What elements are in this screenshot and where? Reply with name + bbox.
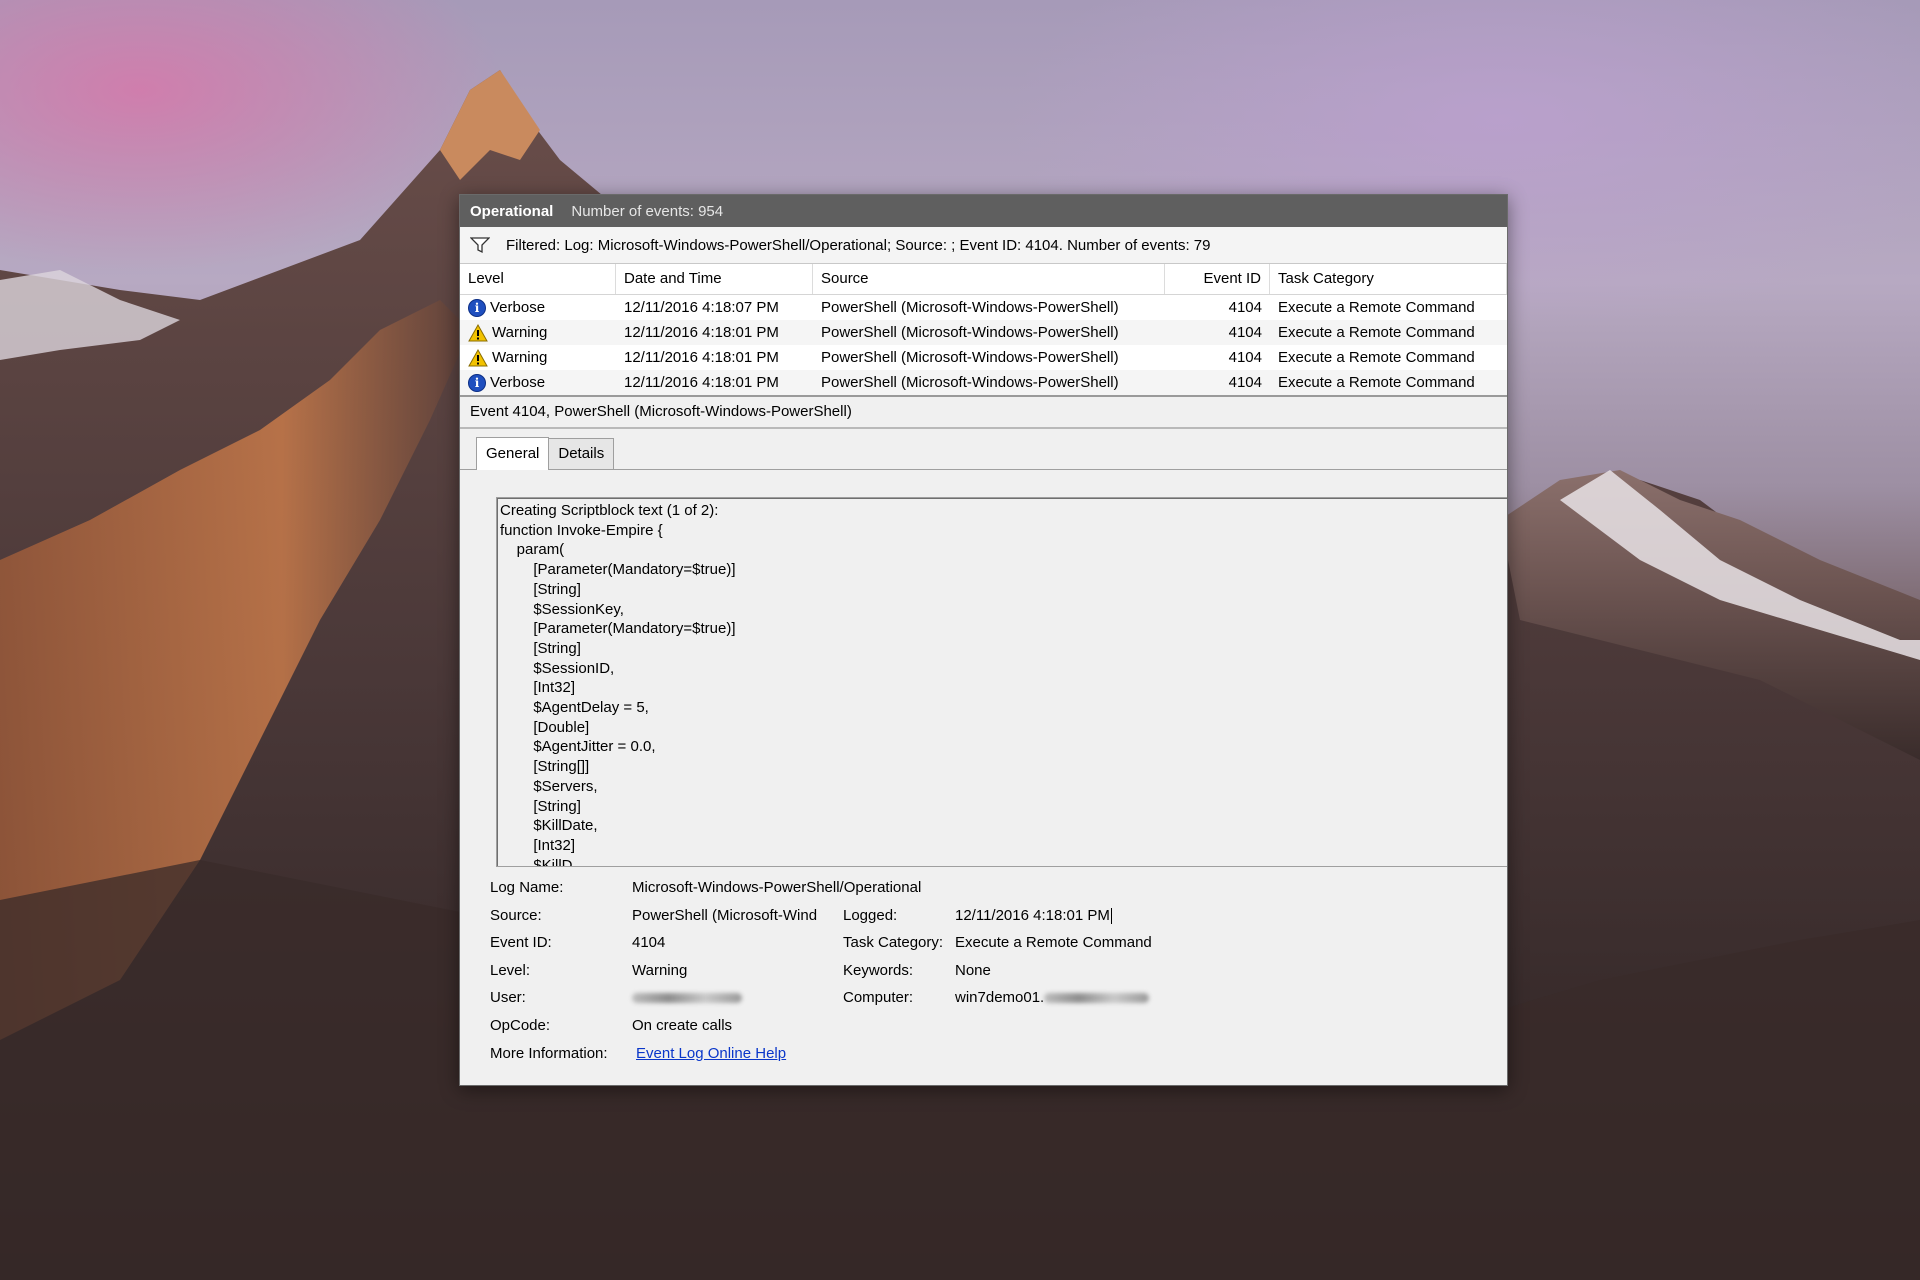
row-level: Verbose: [490, 374, 546, 391]
warning-icon: [468, 323, 488, 341]
tab-details[interactable]: Details: [548, 438, 615, 469]
row-source: PowerShell (Microsoft-Windows-PowerShell…: [821, 349, 1119, 366]
table-body: i Verbose 12/11/2016 4:18:07 PM PowerShel…: [460, 295, 1507, 395]
row-source: PowerShell (Microsoft-Windows-PowerShell…: [821, 324, 1119, 341]
opcode-label: OpCode:: [490, 1016, 551, 1034]
computer-text: win7demo01.: [955, 989, 1045, 1007]
col-date-time[interactable]: Date and Time: [616, 264, 813, 294]
detail-tabs: General Details: [460, 429, 1507, 470]
filter-text: Filtered: Log: Microsoft-Windows-PowerSh…: [506, 236, 1211, 254]
event-properties: Log Name: Microsoft-Windows-PowerShell/O…: [490, 879, 1290, 1072]
log-title: Operational: [470, 202, 554, 220]
row-date: 12/11/2016 4:18:01 PM: [624, 349, 779, 366]
row-category: Execute a Remote Command: [1278, 374, 1475, 391]
logged-value[interactable]: 12/11/2016 4:18:01 PM: [955, 907, 1112, 924]
row-category: Execute a Remote Command: [1278, 299, 1475, 316]
task-category-label: Task Category:: [843, 934, 944, 952]
log-name-label: Log Name:: [490, 879, 564, 896]
level-value: Warning: [632, 961, 688, 979]
event-log-help-link[interactable]: Event Log Online Help: [636, 1045, 786, 1062]
event-description-box[interactable]: Creating Scriptblock text (1 of 2): func…: [496, 497, 1507, 867]
table-row[interactable]: Warning 12/11/2016 4:18:01 PM PowerShell…: [460, 345, 1507, 370]
info-icon: i: [468, 298, 486, 317]
redaction-blur: [1044, 993, 1150, 1004]
more-info-label: More Information:: [490, 1044, 608, 1062]
info-icon: i: [468, 373, 486, 392]
row-event-id: 4104: [1228, 324, 1262, 341]
row-event-id: 4104: [1228, 374, 1262, 391]
row-level: Warning: [492, 324, 548, 341]
computer-value: win7demo01.: [955, 989, 1150, 1007]
user-value-redacted: [632, 989, 742, 1006]
user-label: User:: [490, 989, 526, 1007]
event-viewer-window: Operational Number of events: 954 Filter…: [459, 194, 1508, 1086]
row-event-id: 4104: [1228, 349, 1262, 366]
table-row[interactable]: Warning 12/11/2016 4:18:01 PM PowerShell…: [460, 320, 1507, 345]
col-task-category[interactable]: Task Category: [1270, 264, 1507, 294]
event-detail-header: Event 4104, PowerShell (Microsoft-Window…: [460, 397, 1507, 429]
col-event-id[interactable]: Event ID: [1165, 264, 1270, 294]
row-event-id: 4104: [1228, 299, 1262, 316]
table-header: Level Date and Time Source Event ID Task…: [460, 264, 1507, 295]
logged-label: Logged:: [843, 906, 898, 924]
table-row[interactable]: i Verbose 12/11/2016 4:18:07 PM PowerShel…: [460, 295, 1507, 320]
row-date: 12/11/2016 4:18:07 PM: [624, 299, 779, 316]
event-id-label: Event ID:: [490, 934, 552, 952]
log-name-value: Microsoft-Windows-PowerShell/Operational: [632, 879, 922, 896]
events-table: Level Date and Time Source Event ID Task…: [460, 264, 1507, 397]
event-count: Number of events: 954: [571, 202, 724, 220]
row-category: Execute a Remote Command: [1278, 349, 1475, 366]
logged-text: 12/11/2016 4:18:01 PM: [955, 906, 1110, 924]
source-label: Source:: [490, 906, 542, 924]
computer-label: Computer:: [843, 989, 914, 1007]
task-category-value: Execute a Remote Command: [955, 934, 1152, 952]
col-level[interactable]: Level: [460, 264, 616, 294]
keywords-label: Keywords:: [843, 961, 914, 979]
row-source: PowerShell (Microsoft-Windows-PowerShell…: [821, 374, 1119, 391]
filter-icon: [470, 237, 490, 254]
event-id-value: 4104: [632, 934, 666, 952]
log-title-bar: Operational Number of events: 954: [460, 195, 1507, 227]
row-date: 12/11/2016 4:18:01 PM: [624, 324, 779, 341]
filter-bar: Filtered: Log: Microsoft-Windows-PowerSh…: [460, 227, 1507, 264]
col-source[interactable]: Source: [813, 264, 1165, 294]
row-level: Verbose: [490, 299, 546, 316]
script-text: Creating Scriptblock text (1 of 2): func…: [500, 502, 736, 867]
opcode-value: On create calls: [632, 1016, 733, 1034]
level-label: Level:: [490, 961, 531, 979]
keywords-value: None: [955, 961, 991, 979]
row-source: PowerShell (Microsoft-Windows-PowerShell…: [821, 299, 1119, 316]
table-row[interactable]: i Verbose 12/11/2016 4:18:01 PM PowerShel…: [460, 370, 1507, 395]
source-value: PowerShell (Microsoft-Wind: [632, 906, 818, 924]
row-category: Execute a Remote Command: [1278, 324, 1475, 341]
warning-icon: [468, 348, 488, 366]
row-level: Warning: [492, 349, 548, 366]
text-caret: [1110, 907, 1112, 924]
redaction-blur: [632, 993, 742, 1004]
tab-general[interactable]: General: [476, 437, 550, 470]
row-date: 12/11/2016 4:18:01 PM: [624, 374, 779, 391]
